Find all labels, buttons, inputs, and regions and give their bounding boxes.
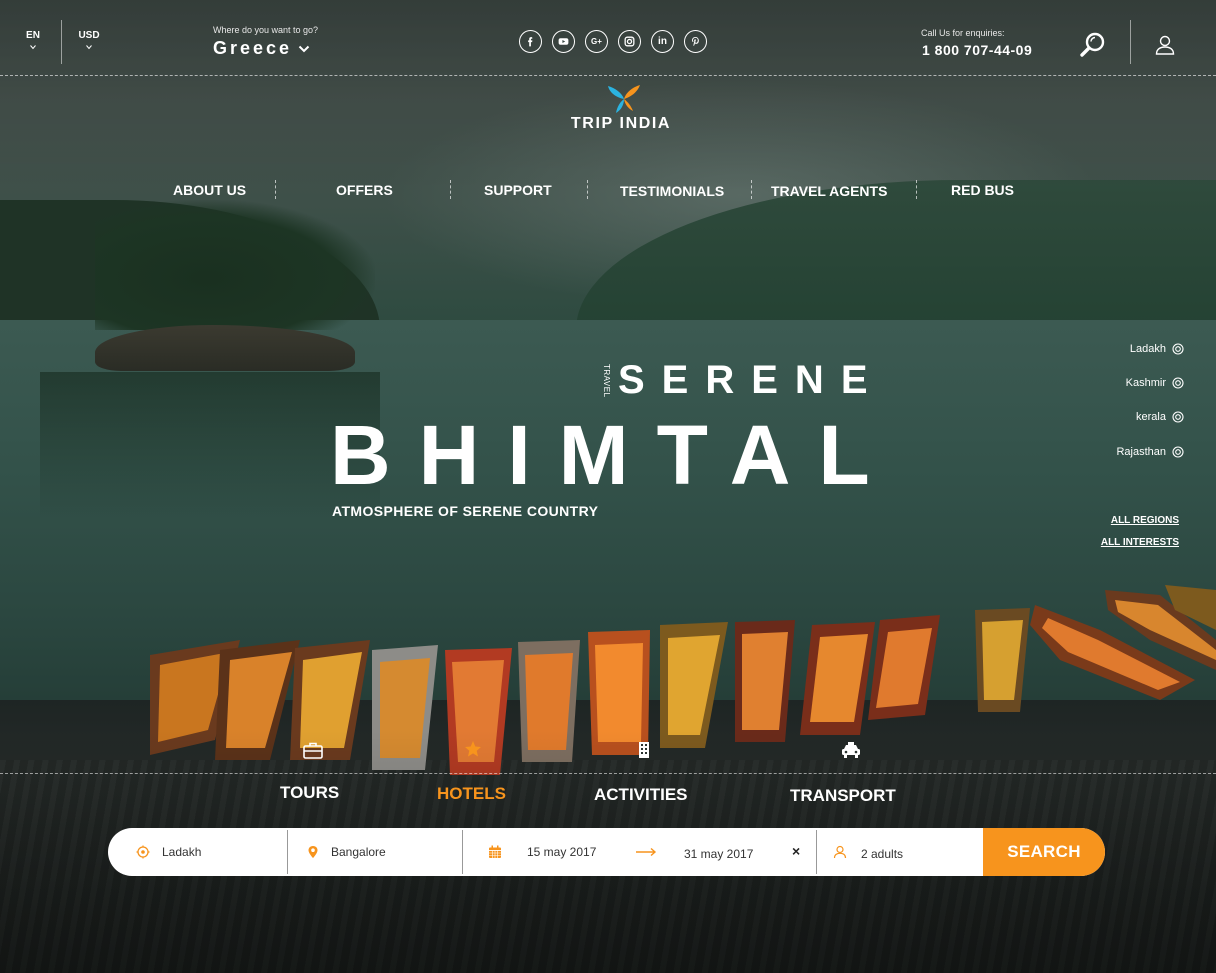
logo-text: TRIP INDIA: [570, 115, 672, 132]
field-separator: [462, 830, 463, 874]
check-out-value: 31 may 2017: [684, 847, 754, 861]
origin-field[interactable]: Ladakh: [136, 828, 286, 876]
social-links: G+ in: [519, 30, 707, 53]
youtube-icon[interactable]: [552, 30, 575, 53]
field-separator: [287, 830, 288, 874]
region-label: Kashmir: [1125, 377, 1166, 389]
logo[interactable]: TRIP INDIA: [546, 84, 696, 134]
target-icon: [1172, 343, 1184, 355]
all-regions-link[interactable]: ALL REGIONS: [1111, 515, 1179, 526]
hero-tag: TRAVEL: [602, 364, 611, 398]
building-icon: [639, 742, 649, 758]
tabs-divider: [0, 773, 1216, 774]
hero-subtitle: ATMOSPHERE OF SERENE COUNTRY: [332, 503, 599, 519]
language-selector[interactable]: EN: [24, 30, 42, 50]
search-icon[interactable]: [1079, 31, 1107, 59]
target-icon: [1172, 446, 1184, 458]
map-pin-icon: [308, 846, 318, 858]
call-label: Call Us for enquiries:: [921, 28, 1005, 38]
suitcase-icon: [303, 742, 323, 759]
tab-transport[interactable]: TRANSPORT: [790, 786, 896, 806]
region-label: kerala: [1136, 411, 1166, 423]
top-bar: EN USD Where do you want to go? Greece G…: [0, 0, 1216, 76]
location-target-icon: [136, 845, 150, 859]
region-label: Rajasthan: [1116, 446, 1166, 458]
logo-mark: [608, 85, 640, 113]
search-bar: Ladakh Bangalore 15 may 2017 31 may 2017…: [108, 828, 1105, 876]
tab-hotels[interactable]: HOTELS: [437, 784, 506, 804]
region-item-ladakh[interactable]: Ladakh: [1130, 341, 1184, 357]
currency-value: USD: [78, 30, 100, 41]
nav-travel-agents[interactable]: TRAVEL AGENTS: [771, 183, 887, 199]
facebook-icon[interactable]: [519, 30, 542, 53]
divider: [61, 20, 62, 64]
region-item-kerala[interactable]: kerala: [1136, 409, 1184, 425]
chevron-down-icon: [86, 45, 92, 50]
guests-value: 2 adults: [861, 846, 904, 861]
region-item-kashmir[interactable]: Kashmir: [1126, 375, 1184, 391]
pinterest-icon[interactable]: [684, 30, 707, 53]
guests-field[interactable]: 2 adults: [833, 828, 973, 876]
destination-field-value: Bangalore: [331, 845, 386, 859]
star-icon: [465, 741, 481, 757]
check-in-field[interactable]: 15 may 2017: [488, 828, 618, 876]
nav-separator: [450, 180, 451, 199]
linkedin-icon[interactable]: in: [651, 30, 674, 53]
nav-separator: [751, 180, 752, 199]
chevron-down-icon: [30, 45, 36, 50]
clear-dates-button[interactable]: ×: [792, 843, 804, 859]
nav-separator: [275, 180, 276, 199]
nav-support[interactable]: SUPPORT: [484, 182, 552, 198]
arrow-right-icon: [636, 847, 657, 857]
target-icon: [1172, 411, 1184, 423]
tab-activities[interactable]: ACTIVITIES: [594, 785, 688, 805]
nav-offers[interactable]: OFFERS: [336, 182, 393, 198]
user-icon[interactable]: [1154, 34, 1176, 56]
currency-selector[interactable]: USD: [78, 30, 100, 50]
nav-red-bus[interactable]: RED BUS: [951, 182, 1014, 198]
destination-selector[interactable]: Greece: [213, 38, 310, 59]
hero-title-line2: BHIMTAL: [330, 408, 898, 502]
chevron-down-icon: [298, 45, 310, 52]
nav-testimonials[interactable]: TESTIMONIALS: [620, 183, 724, 199]
destination-label: Where do you want to go?: [213, 25, 319, 35]
instagram-icon[interactable]: [618, 30, 641, 53]
all-interests-link[interactable]: ALL INTERESTS: [1101, 537, 1179, 548]
destination-field[interactable]: Bangalore: [306, 828, 456, 876]
nav-about-us[interactable]: ABOUT US: [173, 182, 246, 198]
divider: [1130, 20, 1131, 64]
nav-separator: [587, 180, 588, 199]
region-label: Ladakh: [1129, 343, 1166, 355]
hero-title-line1: SERENE: [618, 358, 885, 402]
nav-separator: [916, 180, 917, 199]
guest-user-icon: [833, 845, 847, 859]
tab-tours[interactable]: TOURS: [280, 783, 339, 803]
main-nav: ABOUT US OFFERS SUPPORT TESTIMONIALS TRA…: [140, 180, 1060, 202]
region-item-rajasthan[interactable]: Rajasthan: [1116, 444, 1184, 460]
taxi-icon: [842, 742, 860, 758]
search-button[interactable]: SEARCH: [983, 828, 1105, 876]
origin-value: Ladakh: [162, 845, 202, 859]
destination-value: Greece: [213, 38, 293, 58]
check-in-value: 15 may 2017: [527, 845, 597, 859]
field-separator: [816, 830, 817, 874]
phone-number[interactable]: 1 800 707-44-09: [922, 42, 1032, 58]
google-plus-icon[interactable]: G+: [585, 30, 608, 53]
target-icon: [1172, 377, 1184, 389]
language-value: EN: [26, 30, 40, 41]
check-out-field[interactable]: 31 may 2017: [684, 828, 784, 876]
calendar-icon: [489, 845, 501, 858]
